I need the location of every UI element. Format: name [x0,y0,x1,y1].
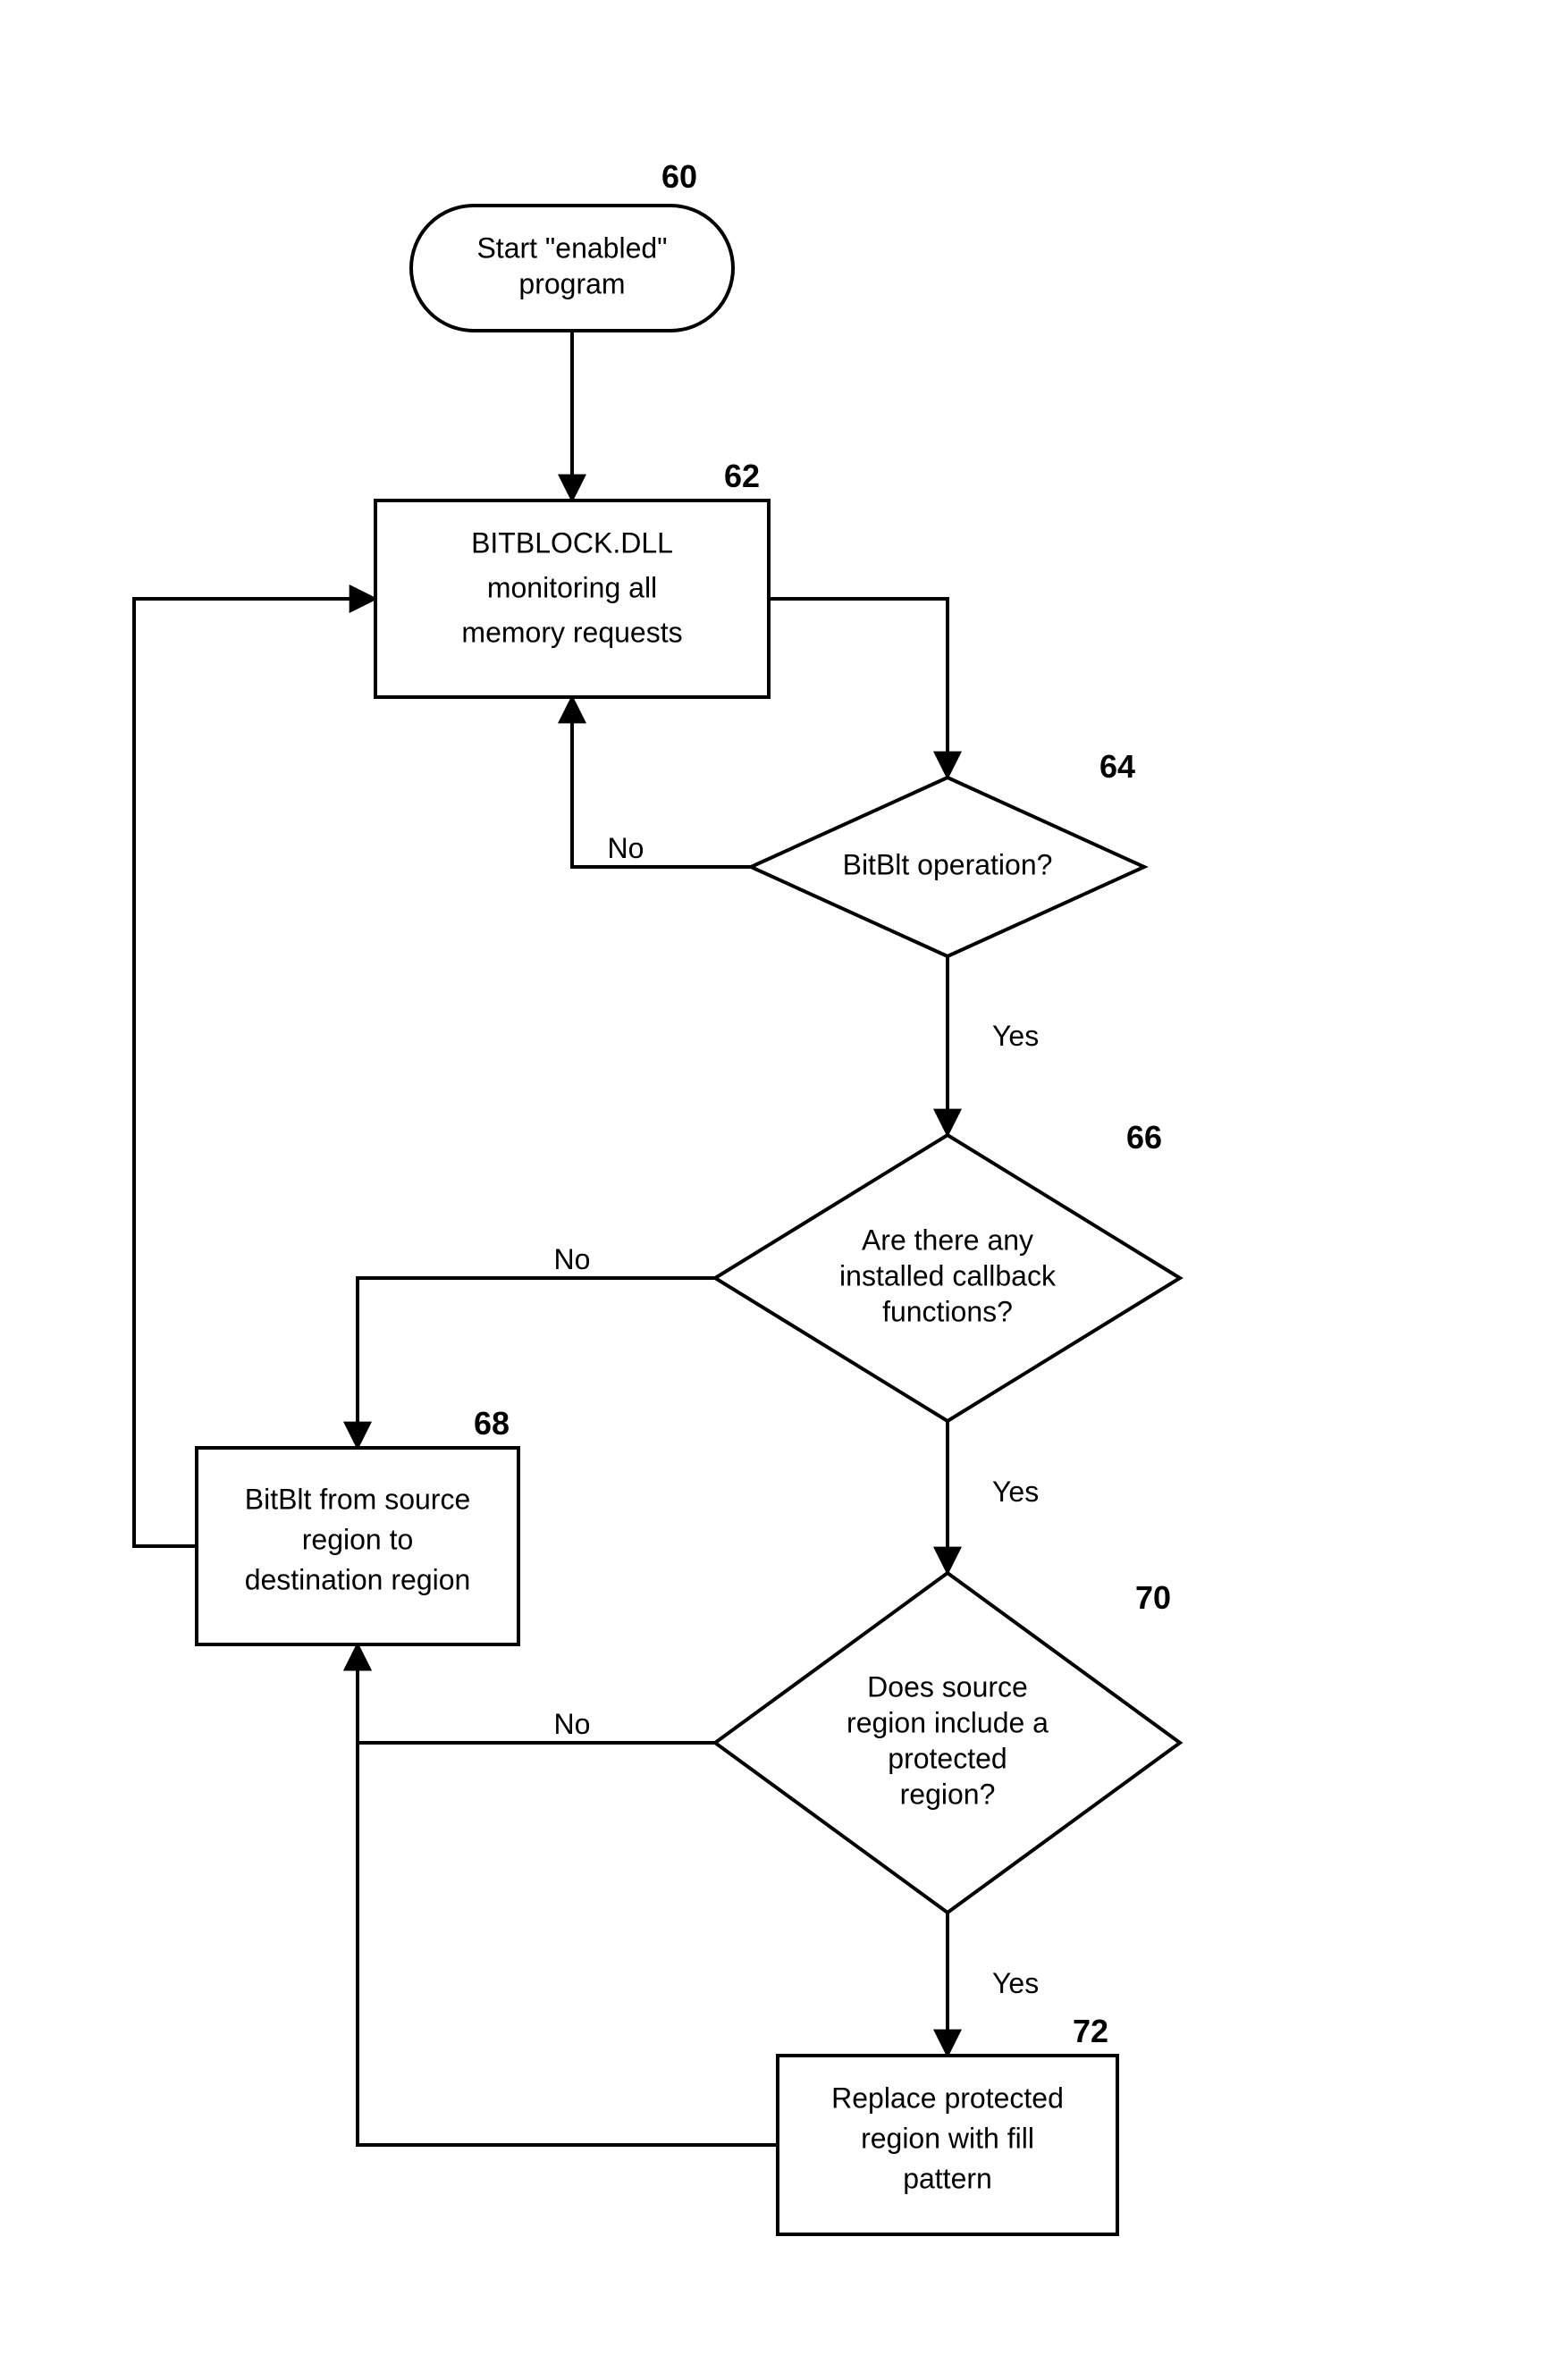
node-bitblt-copy-line2: region to [302,1523,414,1555]
node-callbacks-line1: Are there any [862,1224,1033,1256]
node-start-line1: Start "enabled" [476,231,667,264]
node-bitblt-copy-line1: BitBlt from source [245,1483,471,1515]
node-monitor-line1: BITBLOCK.DLL [471,526,673,559]
edge-68-62 [134,599,375,1546]
node-callbacks-line3: functions? [882,1295,1013,1327]
label-66-no: No [554,1243,591,1275]
node-bitblt-op-line1: BitBlt operation? [843,848,1053,880]
node-replace-line1: Replace protected [831,2081,1064,2114]
node-replace-ref: 72 [1073,2013,1108,2049]
node-protected-ref: 70 [1135,1579,1171,1616]
node-bitblt-copy-ref: 68 [474,1405,510,1442]
node-replace-line2: region with fill [861,2122,1034,2154]
node-monitor-line3: memory requests [461,616,682,648]
node-protected-line1: Does source [867,1670,1028,1703]
node-protected-line4: region? [900,1778,996,1810]
edge-70-no-68 [358,1644,715,1743]
node-bitblt-op-ref: 64 [1099,748,1135,785]
node-start-line2: program [518,267,625,299]
node-callbacks-line2: installed callback [839,1259,1057,1291]
flowchart: Start "enabled" program 60 BITBLOCK.DLL … [0,0,1550,2380]
node-protected: Does source region include a protected r… [715,1573,1180,1913]
edge-64-no-62 [572,697,751,867]
label-66-yes: Yes [992,1476,1039,1508]
node-callbacks-ref: 66 [1126,1119,1162,1156]
node-bitblt-copy-line3: destination region [245,1563,471,1595]
label-70-yes: Yes [992,1967,1039,1999]
node-start: Start "enabled" program 60 [411,158,733,331]
node-replace-line3: pattern [903,2162,992,2194]
edge-66-no-68 [358,1278,715,1448]
node-bitblt-op: BitBlt operation? 64 [751,748,1144,956]
node-protected-line3: protected [888,1742,1007,1774]
edge-62-64 [769,599,948,778]
label-64-no: No [608,832,644,864]
label-70-no: No [554,1708,591,1740]
node-start-ref: 60 [661,158,697,195]
label-64-yes: Yes [992,1020,1039,1052]
node-callbacks: Are there any installed callback functio… [715,1119,1180,1421]
node-monitor-ref: 62 [724,458,760,494]
node-protected-line2: region include a [847,1706,1049,1738]
node-monitor-line2: monitoring all [487,571,657,603]
